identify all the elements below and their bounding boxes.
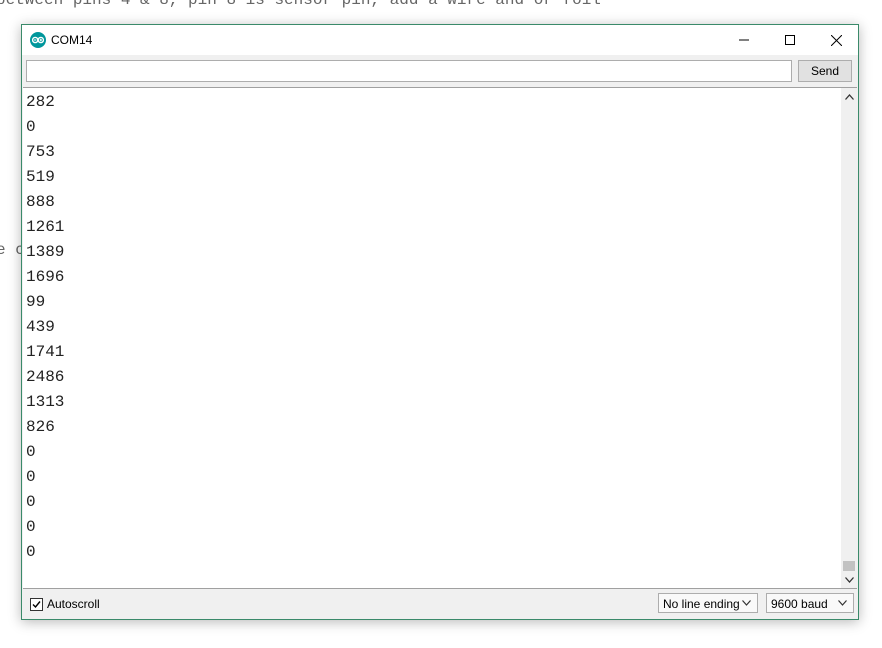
chevron-up-icon xyxy=(844,93,854,100)
output-line: 753 xyxy=(26,143,55,161)
output-line: 282 xyxy=(26,93,55,111)
output-line: 0 xyxy=(26,118,36,136)
output-line: 1696 xyxy=(26,268,65,286)
close-button[interactable] xyxy=(813,25,859,55)
chevron-down-icon xyxy=(742,600,751,606)
window-title: COM14 xyxy=(51,33,93,47)
baud-rate-select[interactable]: 9600 baud xyxy=(766,593,854,613)
background-editor-text: between pins 4 & 8, pin 8 is sensor pin,… xyxy=(0,0,601,9)
line-ending-select[interactable]: No line ending xyxy=(658,593,758,613)
autoscroll-label: Autoscroll xyxy=(47,597,100,611)
baud-rate-value: 9600 baud xyxy=(771,597,828,611)
output-line: 0 xyxy=(26,518,36,536)
output-line: 439 xyxy=(26,318,55,336)
output-line: 1741 xyxy=(26,343,65,361)
send-row: Send xyxy=(22,55,858,87)
output-line: 519 xyxy=(26,168,55,186)
scrollbar-thumb[interactable] xyxy=(843,561,855,571)
serial-send-input[interactable] xyxy=(26,60,792,82)
output-line: 0 xyxy=(26,468,36,486)
output-line: 2486 xyxy=(26,368,65,386)
output-line: 826 xyxy=(26,418,55,436)
status-bar: Autoscroll No line ending 9600 baud xyxy=(22,589,858,619)
maximize-button[interactable] xyxy=(767,25,813,55)
scroll-up-button[interactable] xyxy=(841,88,857,105)
title-bar[interactable]: COM14 xyxy=(22,25,858,55)
arduino-logo-icon xyxy=(30,32,46,48)
output-line: 1261 xyxy=(26,218,65,236)
vertical-scrollbar[interactable] xyxy=(841,88,857,588)
serial-output-list: 282 0 753 519 888 1261 1389 1696 99 439 1741 2486 13… xyxy=(26,90,64,565)
serial-output-area[interactable]: 282 0 753 519 888 1261 1389 1696 99 439 1741 2486 13… xyxy=(23,87,857,589)
output-line: 0 xyxy=(26,493,36,511)
output-line: 0 xyxy=(26,543,36,561)
minimize-icon xyxy=(739,39,749,41)
output-line: 99 xyxy=(26,293,46,311)
checkmark-icon xyxy=(32,600,41,608)
serial-monitor-window: COM14 Send 282 0 753 519 888 1261 1389 1696 99 43… xyxy=(21,24,859,620)
output-line: 888 xyxy=(26,193,55,211)
output-line: 1389 xyxy=(26,243,65,261)
send-button[interactable]: Send xyxy=(798,60,852,82)
line-ending-value: No line ending xyxy=(663,597,740,611)
chevron-down-icon xyxy=(844,576,854,583)
output-line: 1313 xyxy=(26,393,65,411)
autoscroll-toggle[interactable]: Autoscroll xyxy=(30,597,100,611)
scroll-down-button[interactable] xyxy=(841,571,857,588)
maximize-icon xyxy=(785,35,795,45)
close-icon xyxy=(830,34,842,46)
output-line: 0 xyxy=(26,443,36,461)
autoscroll-checkbox[interactable] xyxy=(30,597,43,611)
chevron-down-icon xyxy=(838,600,847,606)
minimize-button[interactable] xyxy=(721,25,767,55)
